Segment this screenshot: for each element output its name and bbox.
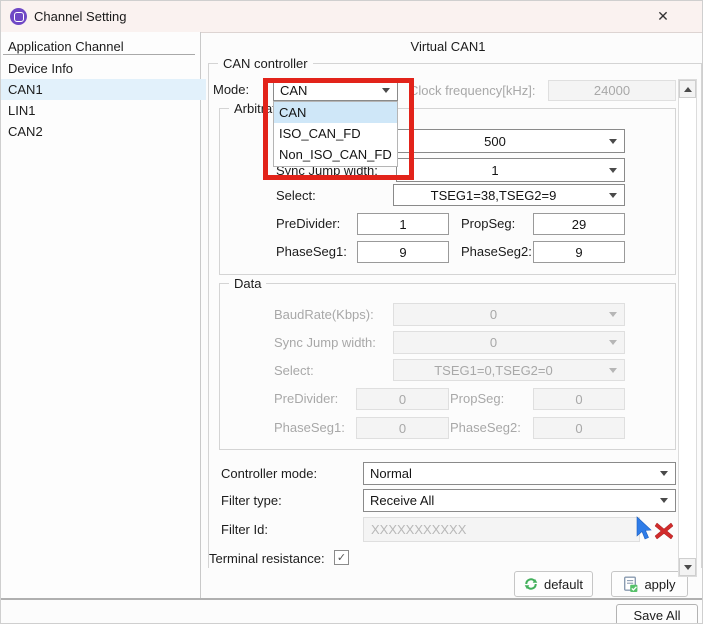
sidebar-divider [3, 54, 195, 55]
pointer-select-icon[interactable] [634, 516, 653, 542]
chevron-down-icon [609, 193, 617, 198]
bottom-separator [1, 598, 703, 600]
default-button-label: default [544, 577, 583, 592]
chevron-down-icon [609, 139, 617, 144]
mode-dropdown-popup: CAN ISO_CAN_FD Non_ISO_CAN_FD [273, 101, 398, 167]
mode-option-iso-can-fd[interactable]: ISO_CAN_FD [274, 123, 397, 144]
controller-mode-combobox[interactable]: Normal [363, 462, 676, 485]
chevron-down-icon [660, 471, 668, 476]
filter-type-value: Receive All [364, 493, 660, 508]
apply-icon [623, 576, 638, 592]
arb-phaseseg2-field[interactable]: 9 [533, 241, 625, 263]
arb-sjw-combobox[interactable]: 1 [396, 158, 625, 182]
terminal-resistance-label: Terminal resistance: [209, 551, 325, 566]
arb-phaseseg2-label: PhaseSeg2: [461, 244, 532, 259]
arb-baudrate-value: 500 [397, 134, 609, 149]
filter-id-label: Filter Id: [221, 522, 268, 537]
sidebar-item-can1[interactable]: CAN1 [1, 79, 206, 100]
mode-combobox[interactable]: CAN [273, 79, 398, 101]
title-bar: Channel Setting ✕ [1, 1, 703, 33]
channel-setting-dialog: Channel Setting ✕ Application Channel De… [0, 0, 703, 624]
arb-predivider-field[interactable]: 1 [357, 213, 449, 235]
data-select-label: Select: [274, 363, 314, 378]
clock-frequency-label: Clock frequency[kHz]: [409, 83, 535, 98]
sidebar-header: Application Channel [8, 39, 124, 54]
arb-sjw-value: 1 [397, 163, 609, 178]
app-icon [10, 8, 27, 25]
filter-id-field: XXXXXXXXXXX [363, 517, 640, 542]
data-predivider-field: 0 [356, 388, 449, 410]
mode-option-non-iso-can-fd[interactable]: Non_ISO_CAN_FD [274, 144, 397, 165]
channel-sidebar: Application Channel Device Info CAN1 LIN… [1, 32, 201, 599]
data-predivider-label: PreDivider: [274, 391, 338, 406]
controller-mode-value: Normal [364, 466, 660, 481]
arb-propseg-label: PropSeg: [461, 216, 515, 231]
terminal-resistance-checkbox[interactable]: ✓ [334, 550, 349, 565]
chevron-down-icon [609, 368, 617, 373]
data-baudrate-label: BaudRate(Kbps): [274, 307, 374, 322]
sidebar-item-can2[interactable]: CAN2 [1, 121, 206, 142]
data-sjw-value: 0 [394, 335, 609, 350]
panel-title: Virtual CAN1 [201, 39, 695, 54]
data-phaseseg1-label: PhaseSeg1: [274, 420, 345, 435]
chevron-down-icon [660, 498, 668, 503]
arb-select-combobox[interactable]: TSEG1=38,TSEG2=9 [393, 184, 625, 206]
apply-button[interactable]: apply [611, 571, 688, 597]
clock-frequency-field: 24000 [548, 80, 676, 101]
data-select-combobox: TSEG1=0,TSEG2=0 [393, 359, 625, 381]
arb-select-label: Select: [276, 188, 316, 203]
chevron-down-icon [609, 340, 617, 345]
data-phaseseg2-label: PhaseSeg2: [450, 420, 521, 435]
save-all-button-label: Save All [634, 608, 681, 623]
data-phaseseg1-field: 0 [356, 417, 449, 439]
data-sjw-combobox: 0 [393, 331, 625, 354]
arb-phaseseg1-label: PhaseSeg1: [276, 244, 347, 259]
data-propseg-field: 0 [533, 388, 625, 410]
sidebar-item-lin1[interactable]: LIN1 [1, 100, 206, 121]
window-title: Channel Setting [34, 9, 127, 24]
filter-type-combobox[interactable]: Receive All [363, 489, 676, 512]
arb-select-value: TSEG1=38,TSEG2=9 [394, 188, 609, 203]
data-baudrate-value: 0 [394, 307, 609, 322]
chevron-down-icon [609, 312, 617, 317]
vertical-scrollbar[interactable] [678, 79, 697, 577]
chevron-down-icon [609, 168, 617, 173]
refresh-icon [524, 577, 538, 591]
mode-label: Mode: [213, 82, 249, 97]
checkmark-icon: ✓ [337, 551, 346, 564]
filter-type-label: Filter type: [221, 493, 282, 508]
save-all-button[interactable]: Save All [616, 604, 698, 624]
mode-option-can[interactable]: CAN [274, 102, 397, 123]
data-propseg-label: PropSeg: [450, 391, 504, 406]
arb-predivider-label: PreDivider: [276, 216, 340, 231]
data-phaseseg2-field: 0 [533, 417, 625, 439]
default-button[interactable]: default [514, 571, 593, 597]
chevron-down-icon [382, 88, 390, 93]
can-controller-group-label: CAN controller [218, 56, 313, 71]
clear-filter-icon[interactable] [653, 518, 675, 542]
data-group-label: Data [229, 276, 266, 291]
scroll-up-icon[interactable] [679, 80, 696, 98]
scroll-down-icon[interactable] [679, 558, 696, 576]
arb-baudrate-combobox[interactable]: 500 [396, 129, 625, 153]
sidebar-item-device-info[interactable]: Device Info [1, 58, 206, 79]
arb-propseg-field[interactable]: 29 [533, 213, 625, 235]
mode-value: CAN [274, 83, 382, 98]
apply-button-label: apply [644, 577, 675, 592]
data-baudrate-combobox: 0 [393, 303, 625, 326]
data-select-value: TSEG1=0,TSEG2=0 [394, 363, 609, 378]
data-sjw-label: Sync Jump width: [274, 335, 376, 350]
controller-mode-label: Controller mode: [221, 466, 317, 481]
arb-phaseseg1-field[interactable]: 9 [357, 241, 449, 263]
close-icon[interactable]: ✕ [651, 6, 675, 27]
